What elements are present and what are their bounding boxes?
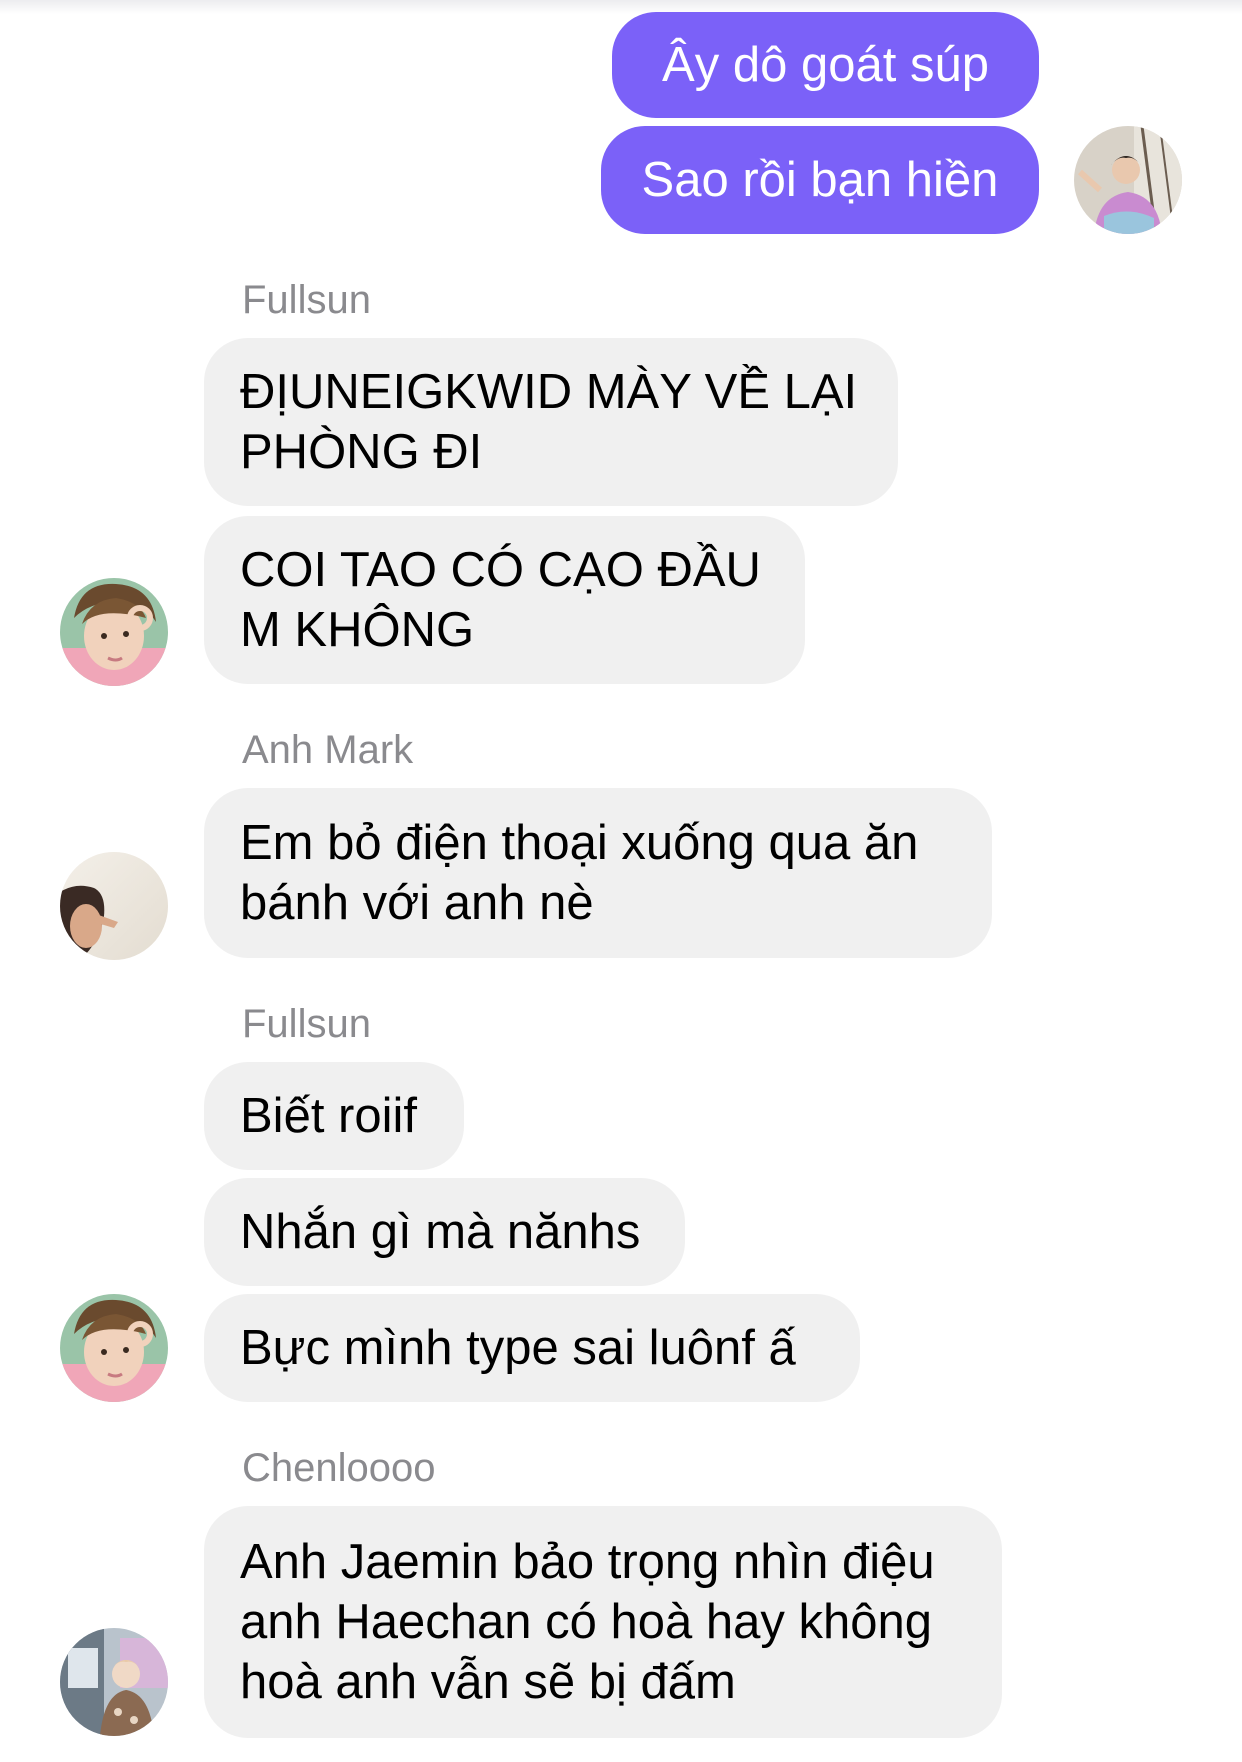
message-text-line: M KHÔNG bbox=[240, 603, 475, 657]
fullsun-avatar[interactable] bbox=[60, 1294, 168, 1402]
chenloooo-avatar[interactable] bbox=[60, 1628, 168, 1736]
message-text-line: anh Haechan có hoà hay không bbox=[240, 1595, 932, 1649]
message-text-line: Anh Jaemin bảo trọng nhìn điệu bbox=[240, 1535, 935, 1589]
sender-name: Fullsun bbox=[242, 278, 371, 322]
message-text: Sao rồi bạn hiền bbox=[641, 153, 999, 207]
incoming-message[interactable]: ĐỊUNEIGKWID MÀY VỀ LẠI PHÒNG ĐI bbox=[204, 338, 898, 506]
sender-name: Fullsun bbox=[242, 1002, 371, 1046]
message-text-line: hoà anh vẫn sẽ bị đấm bbox=[240, 1655, 736, 1709]
incoming-message[interactable]: COI TAO CÓ CẠO ĐẦU M KHÔNG bbox=[204, 516, 805, 684]
message-text-line: PHÒNG ĐI bbox=[240, 425, 483, 479]
message-text-line: ĐỊUNEIGKWID MÀY VỀ LẠI bbox=[240, 365, 858, 419]
message-text-line: COI TAO CÓ CẠO ĐẦU bbox=[240, 543, 761, 597]
sender-name: Chenloooo bbox=[242, 1446, 436, 1490]
my-avatar[interactable] bbox=[1074, 126, 1182, 234]
message-text: Nhắn gì mà nănhs bbox=[240, 1205, 641, 1259]
top-edge-shade bbox=[0, 0, 1242, 14]
message-text: Biết roiif bbox=[240, 1089, 418, 1143]
incoming-message[interactable]: Bực mình type sai luônf ấ bbox=[204, 1294, 860, 1402]
incoming-message[interactable]: Anh Jaemin bảo trọng nhìn điệu anh Haech… bbox=[204, 1506, 1002, 1738]
incoming-message[interactable]: Nhắn gì mà nănhs bbox=[204, 1178, 685, 1286]
message-text: Bực mình type sai luônf ấ bbox=[240, 1321, 796, 1375]
fullsun-avatar[interactable] bbox=[60, 578, 168, 686]
sender-name: Anh Mark bbox=[242, 728, 414, 772]
outgoing-message-2[interactable]: Sao rồi bạn hiền bbox=[601, 126, 1039, 234]
anh-mark-avatar[interactable] bbox=[60, 852, 168, 960]
incoming-message[interactable]: Em bỏ điện thoại xuống qua ăn bánh với a… bbox=[204, 788, 992, 958]
outgoing-message-1[interactable]: Ây dô goát súp bbox=[612, 12, 1039, 118]
message-text-line: Em bỏ điện thoại xuống qua ăn bbox=[240, 816, 919, 870]
incoming-message[interactable]: Biết roiif bbox=[204, 1062, 464, 1170]
message-text: Ây dô goát súp bbox=[662, 38, 989, 92]
message-text-line: bánh với anh nè bbox=[240, 876, 594, 930]
